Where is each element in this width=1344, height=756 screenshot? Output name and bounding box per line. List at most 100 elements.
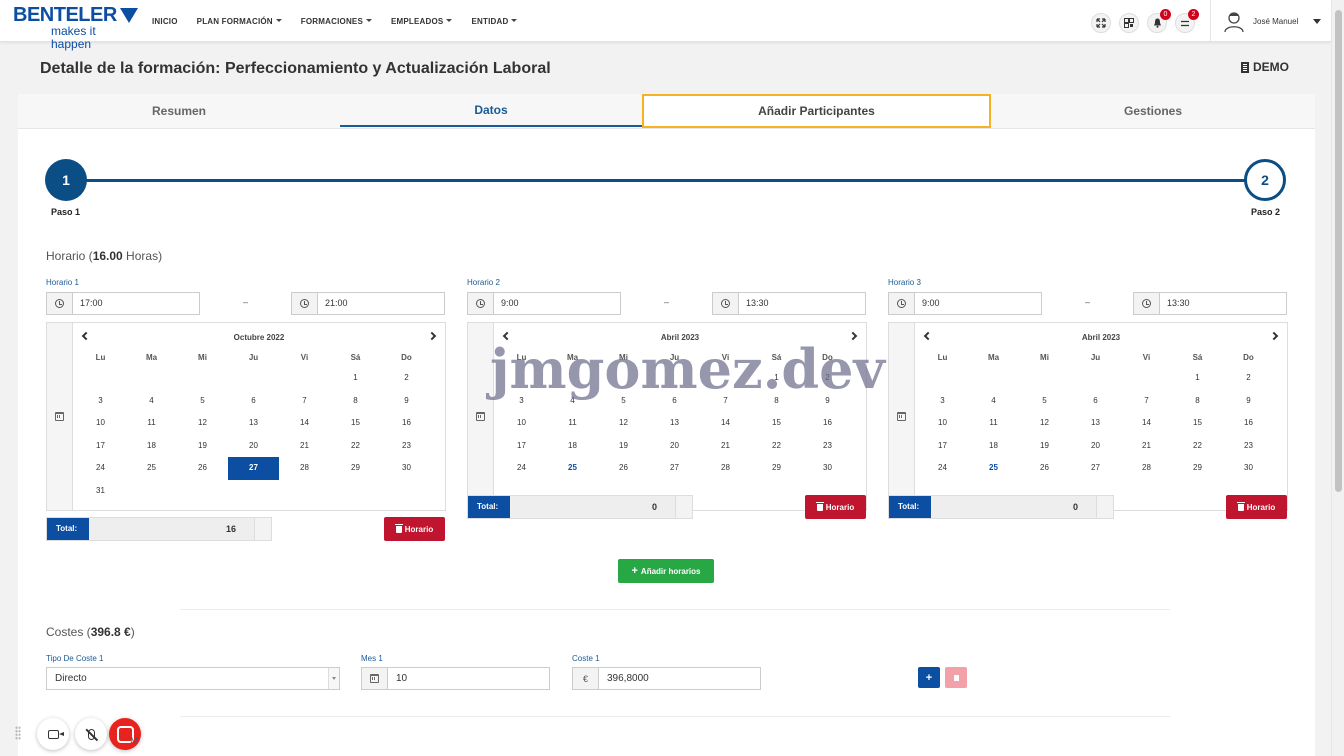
calendar-day[interactable]: 14 [1121,412,1172,435]
nav-empleados[interactable]: EMPLEADOS [391,17,452,26]
user-name[interactable]: José Manuel [1253,17,1298,26]
calendar-day[interactable]: 20 [649,435,700,458]
bell-icon[interactable]: 0 [1147,9,1171,33]
horario-3-start-input[interactable]: 9:00 [888,292,1042,315]
add-schedules-button[interactable]: + Añadir horarios [618,559,714,583]
calendar-day[interactable]: 26 [1019,457,1070,480]
tab-gestiones[interactable]: Gestiones [991,94,1315,128]
calendar-day[interactable]: 30 [1223,457,1274,480]
user-avatar-icon[interactable] [1224,11,1244,33]
calendar-day[interactable]: 30 [802,457,853,480]
delete-horario-1-button[interactable]: Horario [384,517,445,541]
calendar-day[interactable]: 21 [700,435,751,458]
calendar-day[interactable]: 21 [279,435,330,458]
calendar-day[interactable]: 10 [75,412,126,435]
calendar-day[interactable]: 8 [330,390,381,413]
calendar-day[interactable]: 19 [1019,435,1070,458]
tab-datos[interactable]: Datos [340,94,642,127]
calendar-day[interactable]: 16 [381,412,432,435]
horario-1-start-input[interactable]: 17:00 [46,292,200,315]
calendar-day[interactable]: 1 [1172,367,1223,390]
calendar-day[interactable]: 15 [751,412,802,435]
calendar-day[interactable]: 2 [1223,367,1274,390]
user-menu-caret-icon[interactable] [1313,19,1321,24]
horario-2-start-input[interactable]: 9:00 [467,292,621,315]
calendar-day[interactable]: 12 [1019,412,1070,435]
transfer-icon[interactable]: 2 [1175,9,1199,33]
mute-mic-button[interactable] [75,718,107,750]
calendar-day[interactable]: 25 [126,457,177,480]
calendar-day[interactable]: 24 [75,457,126,480]
calendar-day[interactable]: 10 [917,412,968,435]
calendar-day[interactable]: 28 [1121,457,1172,480]
calendar-day[interactable]: 29 [330,457,381,480]
calendar-day[interactable]: 4 [126,390,177,413]
delete-horario-2-button[interactable]: Horario [805,495,866,519]
calendar-day[interactable]: 16 [802,412,853,435]
calendar-day[interactable]: 20 [1070,435,1121,458]
tipo-coste-select[interactable]: Directo [46,667,340,690]
camera-button[interactable] [37,718,69,750]
calendar-day[interactable]: 7 [1121,390,1172,413]
calendar-day[interactable]: 11 [547,412,598,435]
calendar-day[interactable]: 16 [1223,412,1274,435]
calendar-day[interactable]: 8 [751,390,802,413]
calendar-day[interactable]: 3 [917,390,968,413]
step-2-circle[interactable]: 2 [1244,159,1286,201]
calendar-day[interactable]: 14 [279,412,330,435]
nav-plan-formacion[interactable]: PLAN FORMACIÓN [197,17,282,26]
calendar-day[interactable]: 23 [802,435,853,458]
calendar-day[interactable]: 28 [279,457,330,480]
calendar-day[interactable]: 23 [381,435,432,458]
scrollbar-thumb[interactable] [1335,10,1342,492]
qr-code-icon[interactable] [1119,13,1139,33]
calendar-day[interactable]: 12 [598,412,649,435]
calendar-day[interactable]: 14 [700,412,751,435]
calendar-day[interactable]: 23 [1223,435,1274,458]
calendar-day[interactable]: 5 [598,390,649,413]
calendar-day[interactable]: 18 [547,435,598,458]
calendar-day[interactable]: 22 [1172,435,1223,458]
mes-input[interactable]: 10 [361,667,550,690]
calendar-day[interactable]: 26 [598,457,649,480]
calendar-day[interactable]: 18 [126,435,177,458]
nav-entidad[interactable]: ENTIDAD [471,17,517,26]
calendar-day[interactable]: 11 [126,412,177,435]
calendar-day[interactable]: 15 [330,412,381,435]
calendar-day[interactable]: 1 [751,367,802,390]
calendar-day[interactable]: 5 [1019,390,1070,413]
calendar-day[interactable]: 29 [751,457,802,480]
calendar-day[interactable]: 30 [381,457,432,480]
calendar-day[interactable]: 5 [177,390,228,413]
calendar-day[interactable]: 24 [496,457,547,480]
calendar-day[interactable]: 10 [496,412,547,435]
calendar-day[interactable]: 26 [177,457,228,480]
calendar-day[interactable]: 4 [968,390,1019,413]
calendar-day[interactable]: 3 [496,390,547,413]
calendar-day[interactable]: 17 [496,435,547,458]
calendar-day[interactable]: 6 [228,390,279,413]
calendar-day[interactable]: 27 [649,457,700,480]
calendar-day[interactable]: 4 [547,390,598,413]
nav-formaciones[interactable]: FORMACIONES [301,17,372,26]
calendar-day[interactable]: 1 [330,367,381,390]
calendar-day[interactable]: 7 [279,390,330,413]
horario-1-end-input[interactable]: 21:00 [291,292,445,315]
calendar-day[interactable]: 2 [802,367,853,390]
calendar-day[interactable]: 29 [1172,457,1223,480]
calendar-day[interactable]: 19 [177,435,228,458]
fullscreen-icon[interactable] [1091,13,1111,33]
drag-handle-icon[interactable] [15,726,21,740]
calendar-day[interactable]: 27 [1070,457,1121,480]
calendar-day[interactable]: 24 [917,457,968,480]
calendar-day[interactable]: 17 [917,435,968,458]
calendar-day[interactable]: 15 [1172,412,1223,435]
calendar-day[interactable]: 8 [1172,390,1223,413]
calendar-day[interactable]: 9 [1223,390,1274,413]
calendar-day[interactable]: 27 [228,457,279,480]
calendar-day[interactable]: 31 [75,480,126,503]
calendar-day[interactable]: 13 [228,412,279,435]
coste-input[interactable]: € 396,8000 [572,667,761,690]
calendar-day[interactable]: 22 [330,435,381,458]
benteler-logo[interactable]: BENTELER makes it happen [13,5,138,51]
